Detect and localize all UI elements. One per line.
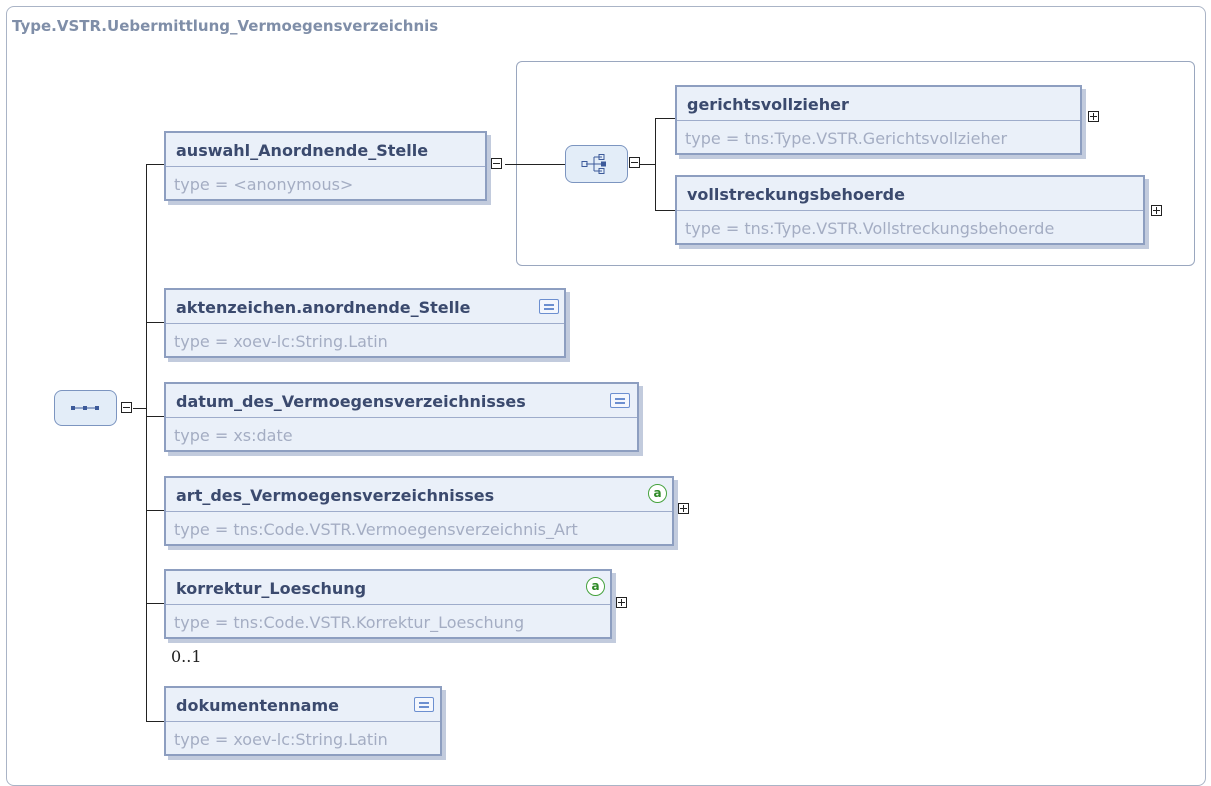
- connector: [146, 510, 164, 511]
- choice-icon: [581, 154, 606, 174]
- element-dokumentenname[interactable]: dokumentenname type = xoev-lc:String.Lat…: [164, 686, 442, 756]
- element-type: type = xoev-lc:String.Latin: [174, 332, 388, 351]
- documentation-icon: [539, 299, 559, 314]
- connector: [146, 721, 164, 722]
- expand-art-toggle[interactable]: [678, 503, 689, 514]
- divider: [166, 323, 564, 324]
- connector: [146, 164, 147, 721]
- element-type: type = tns:Code.VSTR.Vermoegensverzeichn…: [174, 520, 578, 539]
- divider: [166, 166, 485, 167]
- connector: [640, 164, 655, 165]
- divider: [166, 417, 637, 418]
- element-name: dokumentenname: [176, 696, 339, 715]
- attribute-icon: a: [648, 484, 667, 503]
- connector: [146, 603, 164, 604]
- choice-compositor[interactable]: [565, 145, 628, 183]
- collapse-sequence-toggle[interactable]: [121, 402, 132, 413]
- element-name: vollstreckungsbehoerde: [687, 185, 905, 204]
- connector: [146, 416, 164, 417]
- expand-vollstreckungsbehoerde-toggle[interactable]: [1151, 205, 1162, 216]
- element-name: gerichtsvollzieher: [687, 95, 849, 114]
- expand-korrektur-toggle[interactable]: [616, 597, 627, 608]
- divider: [677, 210, 1143, 211]
- attribute-icon: a: [586, 577, 605, 596]
- element-korrektur-loeschung[interactable]: korrektur_Loeschung a type = tns:Code.VS…: [164, 569, 612, 639]
- element-name: korrektur_Loeschung: [176, 579, 367, 598]
- connector: [655, 118, 675, 119]
- connector: [133, 408, 146, 409]
- element-datum-des-vermoegensverzeichnisses[interactable]: datum_des_Vermoegensverzeichnisses type …: [164, 382, 639, 452]
- divider: [166, 604, 610, 605]
- element-type: type = xoev-lc:String.Latin: [174, 730, 388, 749]
- element-type: type = <anonymous>: [174, 175, 354, 194]
- sequence-compositor[interactable]: [54, 390, 117, 426]
- element-name: datum_des_Vermoegensverzeichnisses: [176, 392, 526, 411]
- element-name: auswahl_Anordnende_Stelle: [176, 141, 429, 160]
- divider: [166, 511, 672, 512]
- connector: [146, 322, 164, 323]
- expand-gerichtsvollzieher-toggle[interactable]: [1088, 111, 1099, 122]
- documentation-icon: [414, 697, 434, 712]
- complex-type-title: Type.VSTR.Uebermittlung_Vermoegensverzei…: [12, 17, 439, 35]
- connector: [655, 118, 656, 210]
- occurrence-label: 0..1: [171, 647, 202, 666]
- divider: [166, 721, 440, 722]
- element-name: aktenzeichen.anordnende_Stelle: [176, 298, 471, 317]
- element-art-des-vermoegensverzeichnisses[interactable]: art_des_Vermoegensverzeichnisses a type …: [164, 476, 674, 546]
- element-type: type = tns:Code.VSTR.Korrektur_Loeschung: [174, 613, 525, 632]
- collapse-choice-toggle[interactable]: [629, 157, 640, 168]
- divider: [677, 120, 1080, 121]
- sequence-icon: [71, 406, 99, 410]
- collapse-auswahl-toggle[interactable]: [491, 158, 502, 169]
- connector: [505, 164, 565, 165]
- connector: [146, 164, 164, 165]
- element-name: art_des_Vermoegensverzeichnisses: [176, 486, 495, 505]
- element-auswahl-anordnende-stelle[interactable]: auswahl_Anordnende_Stelle type = <anonym…: [164, 131, 487, 201]
- connector: [655, 210, 675, 211]
- element-type: type = xs:date: [174, 426, 293, 445]
- element-gerichtsvollzieher[interactable]: gerichtsvollzieher type = tns:Type.VSTR.…: [675, 85, 1082, 155]
- element-type: type = tns:Type.VSTR.Gerichtsvollzieher: [685, 129, 1008, 148]
- documentation-icon: [610, 393, 630, 408]
- element-vollstreckungsbehoerde[interactable]: vollstreckungsbehoerde type = tns:Type.V…: [675, 175, 1145, 245]
- element-aktenzeichen-anordnende-stelle[interactable]: aktenzeichen.anordnende_Stelle type = xo…: [164, 288, 566, 358]
- element-type: type = tns:Type.VSTR.Vollstreckungsbehoe…: [685, 219, 1055, 238]
